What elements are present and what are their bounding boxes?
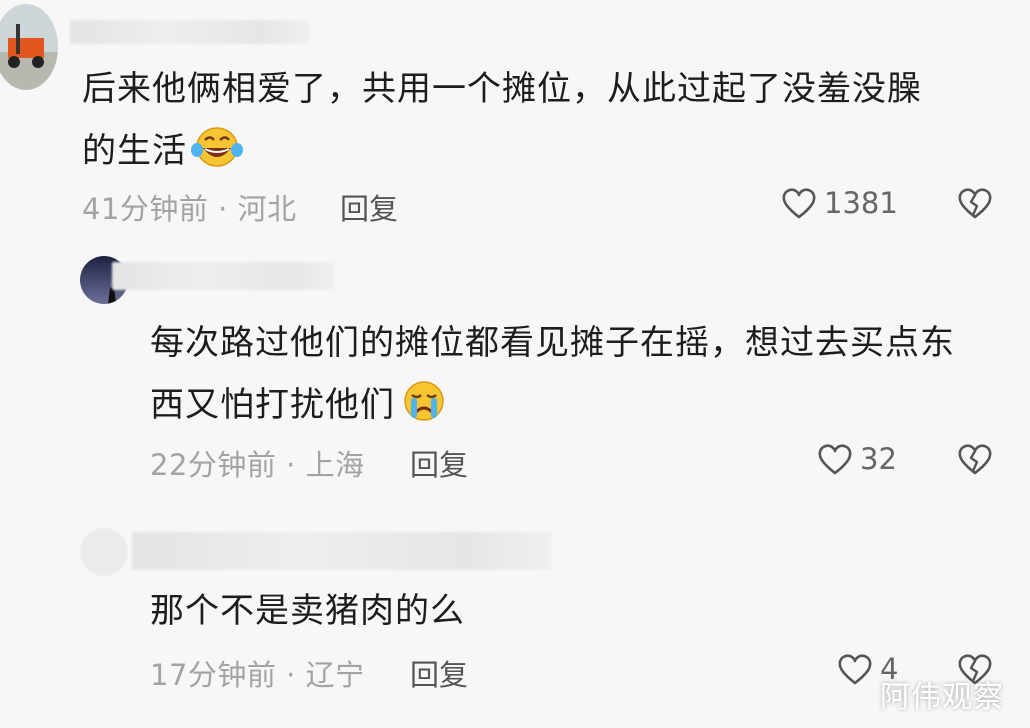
timestamp: 22分钟前 — [150, 448, 277, 482]
like-heart-icon[interactable] — [838, 654, 872, 686]
location: 河北 — [237, 192, 297, 226]
comment-meta: 41分钟前 · 河北 — [82, 186, 297, 228]
blurred-username[interactable] — [70, 20, 310, 44]
comment-text-line-part: 的生活 — [82, 131, 187, 171]
comment-text-line: 的生活 — [82, 120, 1022, 188]
location: 辽宁 — [305, 658, 365, 692]
like-heart-icon[interactable] — [818, 444, 852, 476]
timestamp: 17分钟前 — [150, 658, 277, 692]
separator: · — [218, 192, 228, 226]
timestamp: 41分钟前 — [82, 192, 209, 226]
comment-text: 那个不是卖猪肉的么 — [150, 580, 1020, 642]
crying-emoji — [399, 380, 449, 442]
location: 上海 — [305, 448, 365, 482]
like-heart-icon[interactable] — [782, 188, 816, 220]
comment-text-line: 每次路过他们的摊位都看见摊子在摇，想过去买点东 — [150, 323, 955, 363]
reply-button[interactable]: 回复 — [410, 652, 468, 694]
laughing-tears-emoji — [191, 126, 243, 188]
comment-text-line: 那个不是卖猪肉的么 — [150, 591, 465, 631]
watermark: 阿伟观察 — [880, 680, 1004, 715]
reply-button[interactable]: 回复 — [340, 186, 398, 228]
dislike-broken-heart-icon[interactable] — [958, 188, 992, 220]
comment-text-line: 后来他俩相爱了，共用一个摊位，从此过起了没羞没臊 — [82, 69, 922, 109]
reply-button[interactable]: 回复 — [410, 442, 468, 484]
dislike-broken-heart-icon[interactable] — [958, 444, 992, 476]
comment-text-line-part: 西又怕打扰他们 — [150, 385, 395, 425]
comment-text: 每次路过他们的摊位都看见摊子在摇，想过去买点东 西又怕打扰他们 — [150, 312, 1020, 442]
blurred-username[interactable] — [112, 262, 334, 290]
comment-text-line: 西又怕打扰他们 — [150, 374, 1020, 442]
separator: · — [286, 448, 296, 482]
like-count: 32 — [860, 442, 897, 476]
avatar[interactable] — [80, 528, 128, 576]
comment-meta: 17分钟前 · 辽宁 — [150, 652, 365, 694]
comment-meta: 22分钟前 · 上海 — [150, 442, 365, 484]
avatar[interactable] — [0, 4, 58, 90]
blurred-username[interactable] — [132, 532, 552, 570]
separator: · — [286, 658, 296, 692]
comment-text: 后来他俩相爱了，共用一个摊位，从此过起了没羞没臊 的生活 — [82, 58, 1022, 188]
like-count: 1381 — [824, 186, 898, 220]
